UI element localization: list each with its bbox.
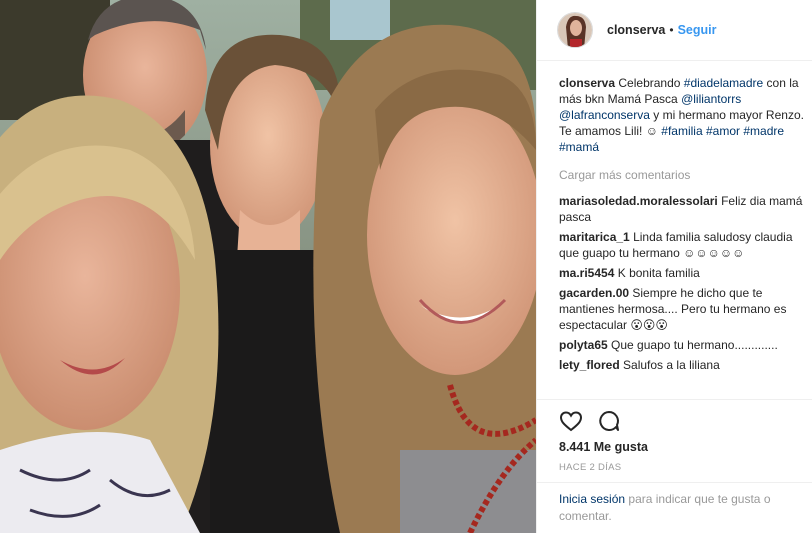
avatar-image <box>558 13 592 47</box>
comment: lety_flored Salufos a la liliana <box>559 357 812 373</box>
mention-link[interactable]: @lafranconserva <box>559 108 650 122</box>
avatar[interactable] <box>557 12 593 48</box>
instagram-post: clonserva • Seguir clonserva Celebrando … <box>0 0 812 533</box>
comments-list: clonserva Celebrando #diadelamadre con l… <box>537 61 812 399</box>
comment-username[interactable]: mariasoledad.moralessolari <box>559 194 718 208</box>
comment-username[interactable]: maritarica_1 <box>559 230 630 244</box>
caption-text: Celebrando <box>618 76 681 90</box>
caption-text: Te amamos Lili! ☺ <box>559 124 658 138</box>
post-actions-section: 8.441 Me gusta HACE 2 DÍAS <box>537 399 812 473</box>
comment-username[interactable]: ma.ri5454 <box>559 266 614 280</box>
mention-link[interactable]: @liliantorrs <box>681 92 741 106</box>
post-header: clonserva • Seguir <box>537 0 812 61</box>
load-more-comments-link[interactable]: Cargar más comentarios <box>559 167 812 183</box>
heart-outline-icon[interactable] <box>559 409 583 433</box>
action-bar <box>559 406 791 436</box>
comment: maritarica_1 Linda familia saludosy clau… <box>559 229 812 261</box>
post-timestamp: HACE 2 DÍAS <box>559 462 622 473</box>
caption-text: y mi hermano mayor Renzo. <box>653 108 804 122</box>
speech-bubble-icon[interactable] <box>597 409 621 433</box>
comment: ma.ri5454 K bonita familia <box>559 265 812 281</box>
login-link[interactable]: Inicia sesión <box>559 492 625 506</box>
login-prompt: Inicia sesión para indicar que te gusta … <box>537 482 812 525</box>
follow-button[interactable]: Seguir <box>678 23 717 37</box>
hashtag-link[interactable]: #amor <box>706 124 740 138</box>
post-side-panel: clonserva • Seguir clonserva Celebrando … <box>536 0 812 533</box>
comment: mariasoledad.moralessolari Feliz dia mam… <box>559 193 812 225</box>
caption: clonserva Celebrando #diadelamadre con l… <box>559 75 812 155</box>
caption-username[interactable]: clonserva <box>559 76 615 90</box>
hashtag-link[interactable]: #diadelamadre <box>684 76 763 90</box>
caption-line: Te amamos Lili! ☺ #familia #amor #madre … <box>559 123 812 155</box>
selfie-image <box>0 0 536 533</box>
likes-count[interactable]: 8.441 Me gusta <box>559 440 791 454</box>
comment-username[interactable]: lety_flored <box>559 358 620 372</box>
comment-text: Que guapo tu hermano............. <box>611 338 778 352</box>
comment-username[interactable]: gacarden.00 <box>559 286 629 300</box>
post-photo[interactable] <box>0 0 536 533</box>
hashtag-link[interactable]: #mamá <box>559 140 599 154</box>
comment-username[interactable]: polyta65 <box>559 338 608 352</box>
hashtag-link[interactable]: #madre <box>743 124 784 138</box>
header-username[interactable]: clonserva <box>607 23 665 37</box>
separator-dot: • <box>669 23 674 37</box>
comment: gacarden.00 Siempre he dicho que te mant… <box>559 285 812 333</box>
comment: polyta65 Que guapo tu hermano...........… <box>559 337 812 353</box>
comment-text: K bonita familia <box>617 266 700 280</box>
hashtag-link[interactable]: #familia <box>661 124 702 138</box>
comment-text: Salufos a la liliana <box>623 358 720 372</box>
